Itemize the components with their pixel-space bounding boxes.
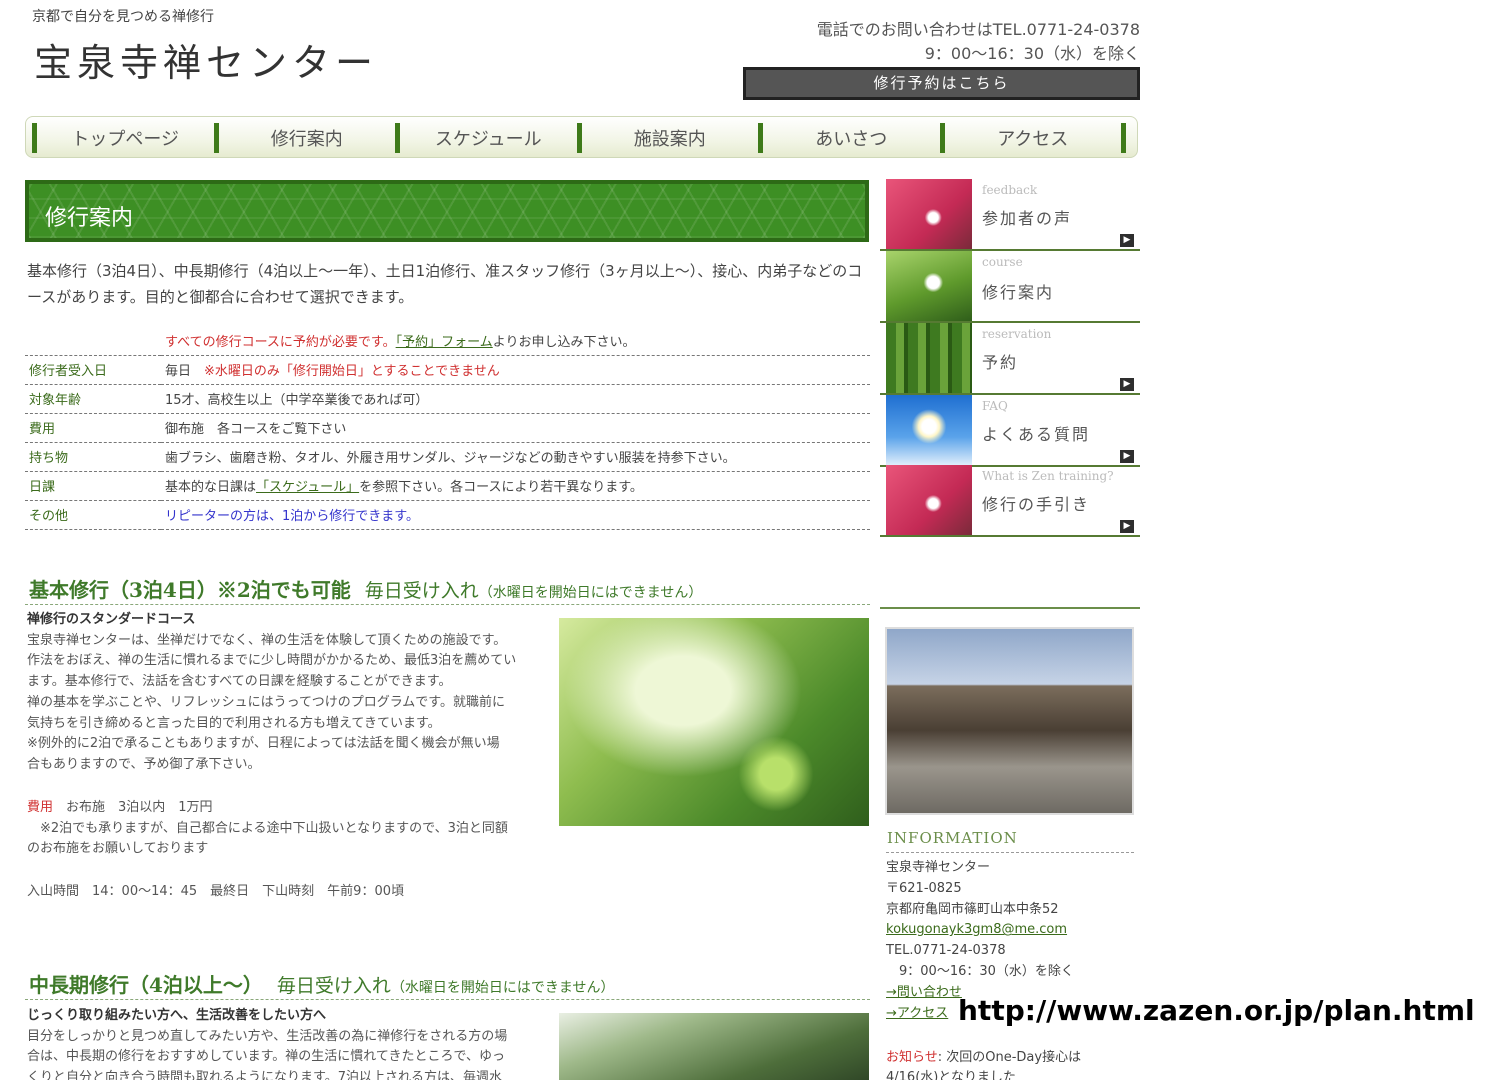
main-nav: トップページ 修行案内 スケジュール 施設案内 あいさつ アクセス bbox=[25, 116, 1138, 158]
row-value: 歯ブラシ、歯磨き粉、タオル、外履き用サンダル、ジャージなどの動きやすい服装を持参… bbox=[161, 442, 870, 472]
contact-tel: 電話でのお問い合わせはTEL.0771-24-0378 bbox=[816, 20, 1140, 39]
info-title: INFORMATION bbox=[887, 829, 1018, 847]
sidebar-item-faq[interactable]: FAQ よくある質問 ▶ bbox=[880, 395, 1140, 467]
url-caption: http://www.zazen.or.jp/plan.html bbox=[958, 994, 1475, 1027]
row-key: 費用 bbox=[25, 413, 161, 443]
arrow-right-icon: ▶ bbox=[1120, 520, 1134, 533]
section-heading-long: 中長期修行（4泊以上〜） 毎日受け入れ（水曜日を開始日にはできません） bbox=[29, 973, 615, 997]
row-key: その他 bbox=[25, 500, 161, 530]
sprout-photo bbox=[559, 618, 869, 826]
info-divider bbox=[886, 852, 1134, 853]
table-row: 費用 御布施 各コースをご覧下さい bbox=[25, 413, 870, 443]
table-row: 日課 基本的な日課は「スケジュール」を参照下さい。各コースにより若干異なります。 bbox=[25, 471, 870, 501]
nav-item-access[interactable]: アクセス bbox=[939, 123, 1122, 153]
table-row: 持ち物 歯ブラシ、歯磨き粉、タオル、外履き用サンダル、ジャージなどの動きやすい服… bbox=[25, 442, 870, 472]
arrow-right-icon: ▶ bbox=[1120, 234, 1134, 247]
table-row: その他 リピーターの方は、1泊から修行できます。 bbox=[25, 500, 870, 530]
nav-item-greeting[interactable]: あいさつ bbox=[758, 123, 940, 153]
row-value: リピーターの方は、1泊から修行できます。 bbox=[161, 500, 870, 530]
flower-thumb bbox=[886, 179, 972, 249]
section-divider bbox=[25, 999, 870, 1000]
temple-photo bbox=[885, 627, 1134, 815]
arrow-right-icon: ▶ bbox=[1120, 378, 1134, 391]
site-tagline: 京都で自分を見つめる禅修行 bbox=[32, 9, 214, 25]
table-row: 修行者受入日 毎日 ※水曜日のみ「修行開始日」とすることできません bbox=[25, 355, 870, 385]
section-divider bbox=[25, 604, 870, 605]
row-key: 対象年齢 bbox=[25, 384, 161, 414]
forest-photo bbox=[559, 1013, 869, 1080]
reserve-form-link[interactable]: 「予約」フォーム bbox=[396, 335, 493, 350]
flower-thumb bbox=[886, 465, 972, 535]
schedule-link[interactable]: 「スケジュール」 bbox=[256, 480, 359, 495]
course-info-table: すべての修行コースに予約が必要です。「予約」フォームよりお申し込み下さい。 修行… bbox=[25, 326, 870, 530]
contact-hours: 9：00〜16：30（水）を除く bbox=[924, 44, 1140, 63]
sidebar-item-guide[interactable]: What is Zen training? 修行の手引き ▶ bbox=[880, 465, 1140, 537]
nav-item-top[interactable]: トップページ bbox=[32, 123, 214, 153]
sidebar-item-feedback[interactable]: feedback 参加者の声 ▶ bbox=[880, 179, 1140, 251]
leaf-thumb bbox=[886, 251, 972, 321]
reserve-button[interactable]: 修行予約はこちら bbox=[743, 67, 1140, 100]
table-row: 対象年齢 15才、高校生以上（中学卒業後であれば可） bbox=[25, 384, 870, 414]
news-block: お知らせ: 次回のOne-Day接心は 4/16(水)となりました bbox=[886, 1050, 1082, 1080]
bamboo-thumb bbox=[886, 323, 972, 393]
arrow-right-icon: ▶ bbox=[1120, 450, 1134, 463]
sky-thumb bbox=[886, 395, 972, 465]
section-times-basic: 入山時間 14：00〜14：45 最終日 下山時刻 午前9：00頃 bbox=[27, 884, 404, 899]
sidebar-item-course[interactable]: course 修行案内 bbox=[880, 251, 1140, 323]
nav-item-facility[interactable]: 施設案内 bbox=[576, 123, 759, 153]
row-key: 日課 bbox=[25, 471, 161, 501]
row-key: 持ち物 bbox=[25, 442, 161, 472]
news-label: お知らせ bbox=[886, 1050, 938, 1065]
page-title: 修行案内 bbox=[45, 206, 134, 231]
nav-item-schedule[interactable]: スケジュール bbox=[395, 123, 577, 153]
sidebar-item-reservation[interactable]: reservation 予約 ▶ bbox=[880, 323, 1140, 395]
section-heading-basic: 基本修行（3泊4日）※2泊でも可能 毎日受け入れ（水曜日を開始日にはできません） bbox=[29, 578, 703, 602]
nav-divider bbox=[1121, 123, 1126, 153]
sidebar-divider bbox=[880, 607, 1140, 609]
page-banner: 修行案内 bbox=[25, 180, 869, 242]
intro-text: 基本修行（3泊4日）、中長期修行（4泊以上〜一年）、土日1泊修行、准スタッフ修行… bbox=[27, 262, 863, 306]
section-fee-basic: 費用 お布施 3泊以内 1万円 ※2泊でも承りますが、自己都合による途中下山扱い… bbox=[27, 800, 508, 857]
row-value: 御布施 各コースをご覧下さい bbox=[161, 413, 870, 443]
section-body-basic: 禅修行のスタンダードコース 宝泉寺禅センターは、坐禅だけでなく、禅の生活を体験し… bbox=[27, 612, 517, 772]
nav-item-course[interactable]: 修行案内 bbox=[213, 123, 396, 153]
section-body-long: じっくり取り組みたい方へ、生活改善をしたい方へ 目分をしっかりと見つめ直してみた… bbox=[27, 1008, 508, 1080]
row-value: 15才、高校生以上（中学卒業後であれば可） bbox=[161, 384, 870, 414]
reservation-notice: すべての修行コースに予約が必要です。「予約」フォームよりお申し込み下さい。 bbox=[161, 326, 870, 356]
site-title[interactable]: 宝泉寺禅センター bbox=[34, 32, 378, 87]
row-key: 修行者受入日 bbox=[25, 355, 161, 385]
table-row: すべての修行コースに予約が必要です。「予約」フォームよりお申し込み下さい。 bbox=[25, 326, 870, 356]
email-link[interactable]: kokugonayk3gm8@me.com bbox=[886, 920, 1074, 941]
contact-info: 電話でのお問い合わせはTEL.0771-24-0378 9：00〜16：30（水… bbox=[740, 18, 1140, 66]
